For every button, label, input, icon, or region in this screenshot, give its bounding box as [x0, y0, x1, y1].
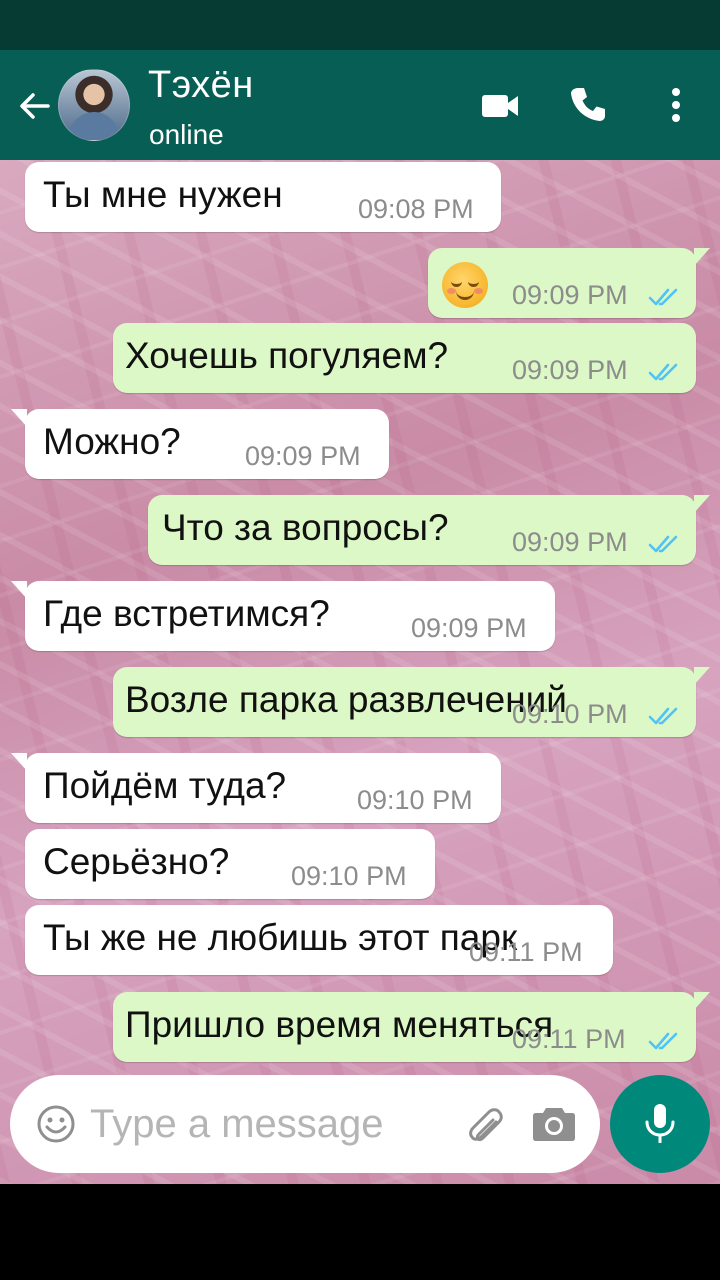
message-time: 09:10 PM: [357, 785, 473, 815]
chat-area[interactable]: Ты мне нужен 09:08 PM 09:09 PM Хочешь по…: [0, 160, 720, 1184]
message-text: Что за вопросы?: [162, 507, 449, 548]
read-ticks-icon: [648, 1032, 678, 1050]
contact-status: online: [149, 119, 224, 150]
video-call-icon: [482, 95, 518, 117]
status-bar: [0, 0, 720, 50]
avatar[interactable]: [58, 69, 130, 141]
message-text: Ты же не любишь этот парк: [43, 917, 518, 958]
message-time: 09:09 PM: [512, 355, 628, 385]
message-bubble[interactable]: Где встретимся? 09:09 PM: [11, 581, 555, 651]
message-bubble[interactable]: 09:09 PM: [428, 248, 710, 318]
message-time: 09:08 PM: [358, 194, 474, 224]
message-text: Где встретимся?: [43, 593, 330, 634]
message-time: 09:09 PM: [245, 441, 361, 471]
mic-icon: [645, 1104, 675, 1143]
voice-record-button[interactable]: [610, 1075, 710, 1173]
message-text: Пойдём туда?: [43, 765, 287, 806]
message-bubble[interactable]: Пришло время меняться 09:11 PM: [113, 992, 710, 1062]
phone-icon: [571, 88, 605, 121]
message-bubble[interactable]: Ты мне нужен 09:08 PM: [25, 162, 501, 232]
read-ticks-icon: [648, 363, 678, 381]
camera-button[interactable]: [532, 1103, 576, 1143]
message-text: Ты мне нужен: [43, 174, 283, 215]
message-text: Пришло время меняться: [125, 1004, 554, 1045]
message-text: Можно?: [43, 421, 181, 462]
chat-header: Тэхён online: [0, 50, 720, 160]
contact-name[interactable]: Тэхён: [148, 64, 254, 107]
paperclip-icon: [469, 1108, 503, 1142]
read-ticks-icon: [648, 535, 678, 553]
back-arrow-icon: [20, 93, 50, 119]
system-navigation-bar: [0, 1184, 720, 1280]
message-text: Хочешь погуляем?: [125, 335, 449, 376]
message-bubble[interactable]: Ты же не любишь этот парк 09:11 PM: [25, 905, 613, 975]
message-time: 09:09 PM: [512, 280, 628, 310]
smiling-face-emoji: [442, 262, 488, 308]
message-composer: [10, 1075, 600, 1173]
back-button[interactable]: [14, 86, 54, 126]
emoji-button[interactable]: [36, 1104, 76, 1144]
message-bubble[interactable]: Что за вопросы? 09:09 PM: [148, 495, 710, 565]
more-vert-icon: [672, 88, 680, 122]
message-time: 09:11 PM: [512, 1024, 626, 1054]
message-bubble[interactable]: Хочешь погуляем? 09:09 PM: [113, 323, 696, 393]
video-call-button[interactable]: [478, 83, 522, 127]
message-text: Серьёзно?: [43, 841, 230, 882]
read-ticks-icon: [648, 707, 678, 725]
message-time: 09:11 PM: [469, 937, 583, 967]
camera-icon: [533, 1108, 575, 1141]
message-text: Возле парка развлечений: [125, 679, 567, 720]
message-bubble[interactable]: Можно? 09:09 PM: [11, 409, 389, 479]
more-options-button[interactable]: [656, 83, 696, 127]
emoji-icon: [37, 1105, 75, 1143]
message-time: 09:10 PM: [512, 699, 628, 729]
message-time: 09:09 PM: [411, 613, 527, 643]
message-time: 09:09 PM: [512, 527, 628, 557]
attach-button[interactable]: [462, 1101, 508, 1147]
message-time: 09:10 PM: [291, 861, 407, 891]
message-bubble[interactable]: Возле парка развлечений 09:10 PM: [113, 667, 710, 737]
message-bubble[interactable]: Пойдём туда? 09:10 PM: [11, 753, 501, 823]
message-input[interactable]: [90, 1095, 450, 1153]
message-bubble[interactable]: Серьёзно? 09:10 PM: [25, 829, 435, 899]
voice-call-button[interactable]: [566, 83, 610, 127]
read-ticks-icon: [648, 288, 678, 306]
